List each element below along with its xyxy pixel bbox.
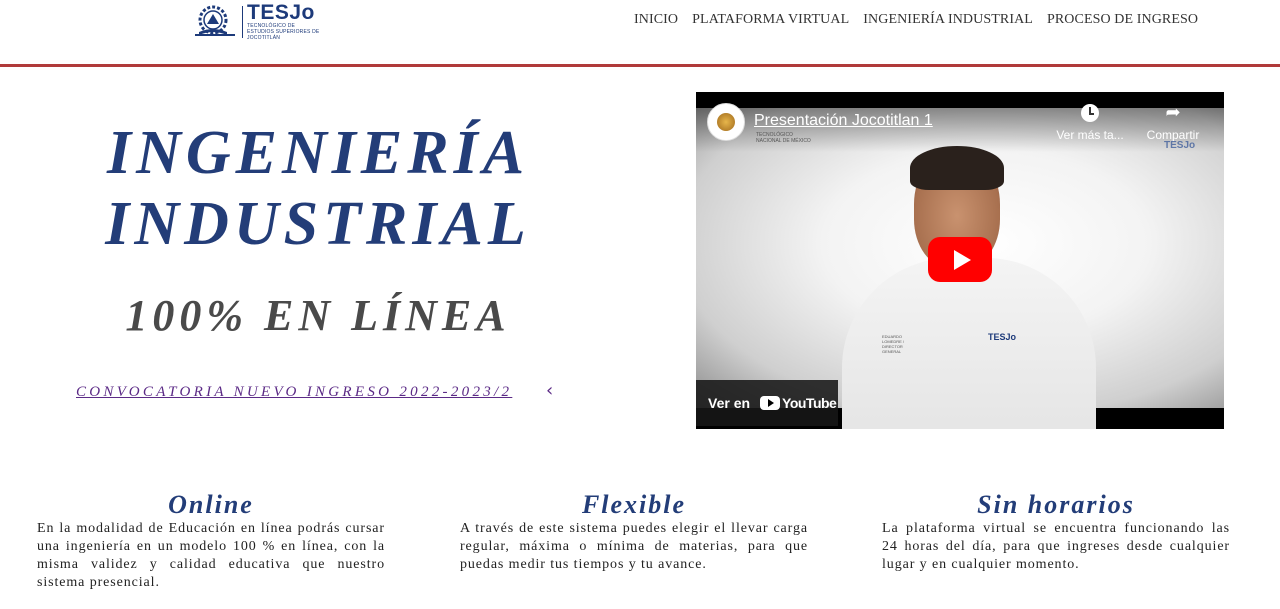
watch-on-label: Ver en (708, 395, 751, 411)
gear-book-emblem-icon (195, 5, 235, 36)
logo-subtitle: TECNOLÓGICO DE ESTUDIOS SUPERIORES DE JO… (247, 23, 320, 41)
shirt-name-text: EDUARDO LOMEDRE / DIRECTOR GENERAL (882, 334, 905, 354)
hero-title-line2: INDUSTRIAL (105, 190, 531, 258)
feature-title: Online (168, 490, 254, 519)
watch-later-label: Ver más ta... (1056, 128, 1124, 142)
feature-title: Sin horarios (977, 490, 1135, 519)
channel-logo-icon (717, 113, 735, 131)
logo-title: TESJo (247, 1, 315, 24)
channel-caption: TECNOLÓGICO NACIONAL DE MÉXICO (756, 132, 811, 144)
youtube-embed[interactable]: EDUARDO LOMEDRE / DIRECTOR GENERAL TESJo… (696, 92, 1224, 429)
hero-title-line1: INGENIERÍA (106, 119, 530, 187)
feature-text: En la modalidad de Educación en línea po… (37, 521, 385, 590)
share-arrow-icon: ➦ (1165, 102, 1181, 123)
play-button[interactable] (928, 237, 992, 282)
shirt-logo-text: TESJo (988, 332, 1017, 342)
feature-text: A través de este sistema puedes elegir e… (460, 521, 808, 572)
main-nav: INICIO PLATAFORMA VIRTUAL INGENIERÍA IND… (634, 12, 1198, 28)
youtube-wordmark: YouTube (782, 395, 837, 411)
feature-sin-horarios: Sin horarios La plataforma virtual se en… (882, 490, 1230, 574)
hero-subtitle: 100% EN LÍNEA (125, 291, 511, 340)
chevron-left-icon[interactable]: ‹ (546, 380, 553, 401)
header-accent-line (0, 64, 1280, 67)
clock-icon (1081, 104, 1099, 122)
video-title[interactable]: Presentación Jocotitlan 1 (754, 112, 933, 130)
corner-watermark: TESJo (1164, 140, 1196, 151)
logo-divider (242, 6, 243, 38)
nav-plataforma-virtual[interactable]: PLATAFORMA VIRTUAL (692, 12, 849, 28)
presenter-body (842, 258, 1096, 429)
share-button[interactable]: ➦ Compartir (1142, 102, 1204, 143)
feature-title: Flexible (581, 490, 687, 519)
play-icon (953, 249, 971, 270)
feature-text: La plataforma virtual se encuentra funci… (882, 521, 1230, 572)
youtube-play-icon (760, 396, 781, 410)
youtube-logo: YouTube (760, 395, 837, 411)
channel-avatar[interactable] (707, 103, 745, 141)
feature-online: Online En la modalidad de Educación en l… (37, 490, 385, 592)
hero-title: INGENIERÍA INDUSTRIAL (0, 118, 636, 260)
watch-later-button[interactable]: Ver más ta... (1050, 104, 1130, 142)
presenter-hair (910, 146, 1004, 190)
nav-inicio[interactable]: INICIO (634, 12, 678, 28)
tesjo-logo[interactable]: TESJo TECNOLÓGICO DE ESTUDIOS SUPERIORES… (193, 1, 321, 41)
nav-ingenieria-industrial[interactable]: INGENIERÍA INDUSTRIAL (863, 12, 1033, 28)
feature-flexible: Flexible A través de este sistema puedes… (460, 490, 808, 574)
convocatoria-link[interactable]: CONVOCATORIA NUEVO INGRESO 2022-2023/2 (76, 384, 512, 401)
watch-on-youtube-button[interactable]: Ver en YouTube (696, 380, 838, 426)
site-header: TESJo TECNOLÓGICO DE ESTUDIOS SUPERIORES… (0, 0, 1280, 64)
nav-proceso-de-ingreso[interactable]: PROCESO DE INGRESO (1047, 12, 1198, 28)
